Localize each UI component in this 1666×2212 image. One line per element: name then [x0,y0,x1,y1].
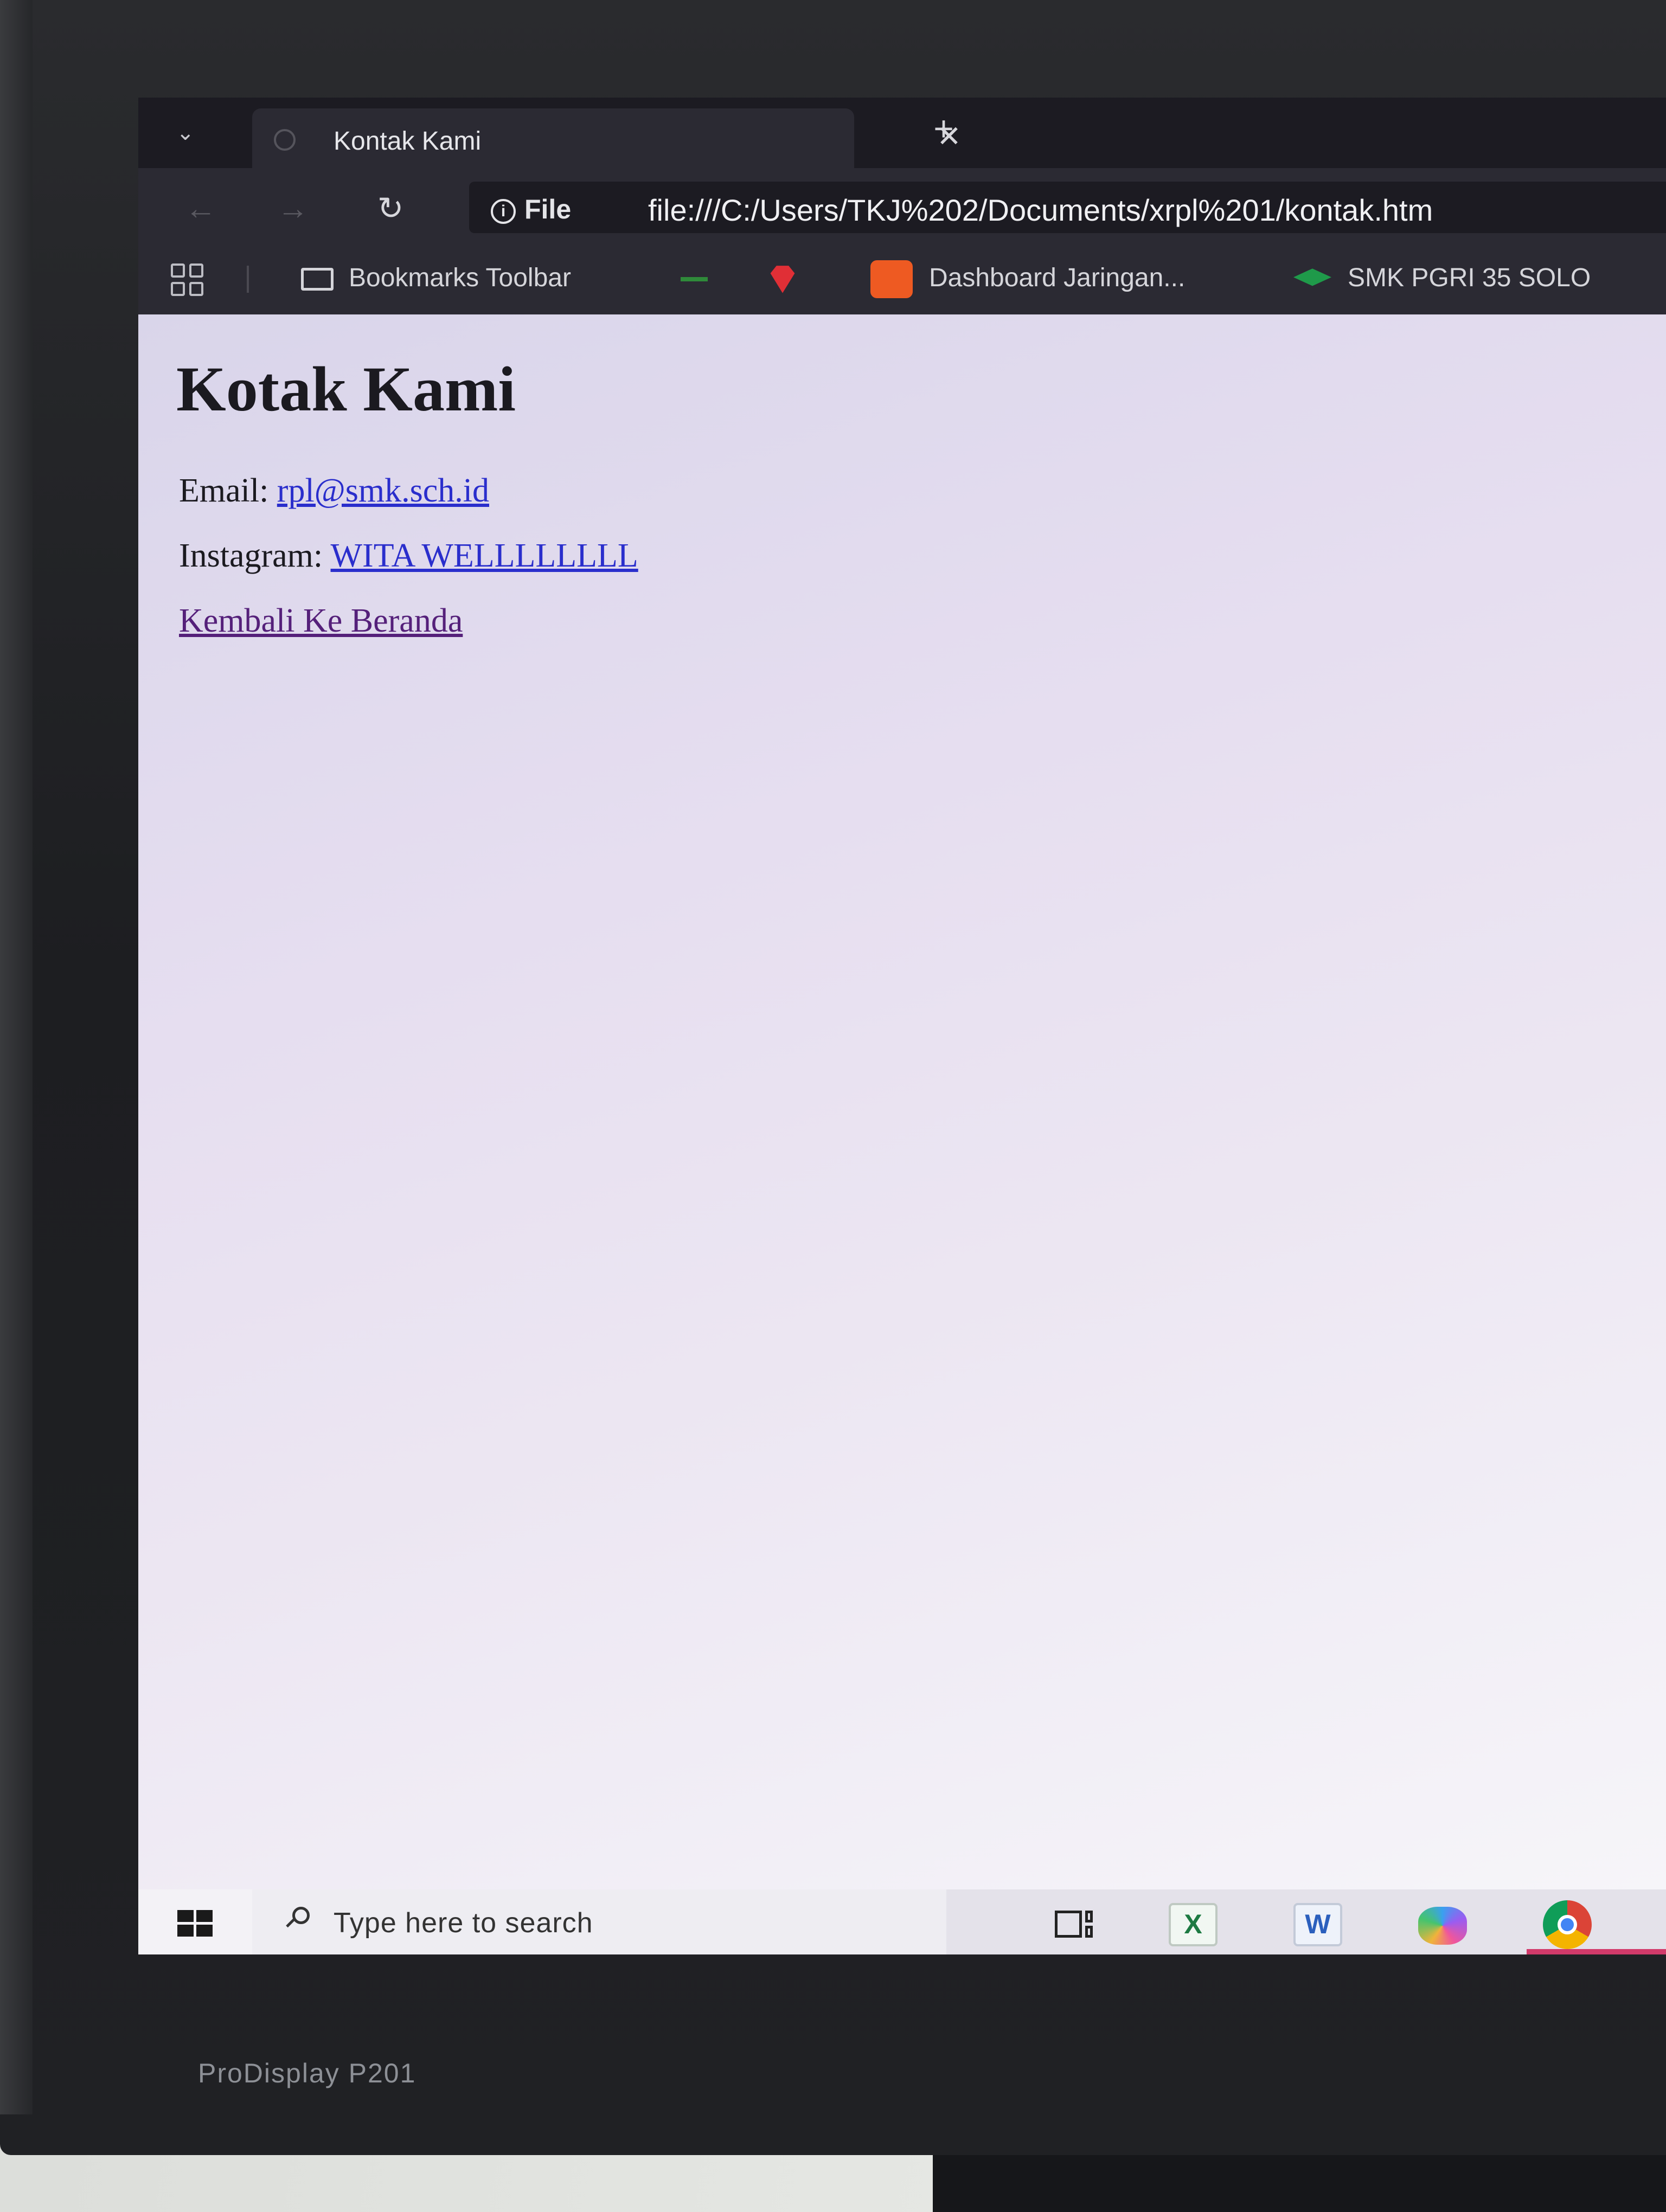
tab-bar: ⌄ Kontak Kami ✕ + [138,98,1666,168]
back-row: Kembali Ke Beranda [179,602,463,640]
bookmark-green[interactable] [681,259,708,297]
bookmark-gem[interactable] [767,259,798,297]
back-button[interactable]: ← [182,190,220,228]
bookmark-folder-toolbar[interactable]: Bookmarks Toolbar [301,259,571,297]
page-title: Kotak Kami [176,353,516,425]
screen: ⌄ Kontak Kami ✕ + ← → ↻ i File file:///C:… [138,98,1666,1954]
new-tab-button[interactable]: + [925,110,963,147]
back-to-home-link[interactable]: Kembali Ke Beranda [179,602,463,639]
reload-button[interactable]: ↻ [371,190,409,228]
gem-icon [770,266,795,293]
instagram-label: Instagram: [179,537,323,574]
windows-icon [177,1910,213,1937]
globe-icon [274,129,296,151]
graduation-cap-icon [1293,268,1331,286]
chrome-icon[interactable] [1543,1900,1592,1949]
forward-button[interactable]: → [274,190,312,228]
task-view-icon[interactable] [1049,1903,1098,1946]
bookmarks-toolbar: Bookmarks Toolbar Dashboard Jaringan... … [138,244,1666,314]
search-placeholder: Type here to search [334,1907,593,1939]
instagram-link[interactable]: WITA WELLLLLLLL [331,537,638,574]
address-bar[interactable]: i File file:///C:/Users/TKJ%202/Documents… [469,182,1666,233]
copilot-icon[interactable] [1418,1907,1467,1945]
site-info-label: File [524,194,572,224]
word-icon[interactable]: W [1293,1903,1342,1946]
bookmark-label: Dashboard Jaringan... [929,263,1186,292]
active-app-indicator [1527,1949,1666,1954]
bookmarks-divider [247,266,249,293]
email-label: Email: [179,472,269,509]
monitor-brand-label: ProDisplay P201 [198,2058,416,2088]
excel-icon[interactable]: X [1169,1903,1218,1946]
bookmark-label: Bookmarks Toolbar [349,263,571,292]
monitor-edge [0,0,33,2114]
folder-icon [301,268,334,291]
bookmark-smk[interactable]: SMK PGRI 35 SOLO [1293,259,1591,297]
navigation-toolbar: ← → ↻ i File file:///C:/Users/TKJ%202/Doc… [138,168,1666,244]
bookmark-label: SMK PGRI 35 SOLO [1348,263,1591,292]
site-info-button[interactable]: i File [491,194,571,225]
bookmark-dashboard[interactable]: Dashboard Jaringan... [870,259,1186,299]
start-button[interactable] [138,1889,252,1954]
dashboard-favicon-icon [870,260,913,299]
email-row: Email: rpl@smk.sch.id [179,472,489,510]
chevron-down-icon[interactable]: ⌄ [176,122,198,144]
taskbar-search[interactable]: Type here to search [252,1889,946,1954]
taskbar: Type here to search X W [138,1889,1666,1954]
monitor-stand [933,2155,1666,2212]
info-icon: i [491,198,516,224]
tab-kontak-kami[interactable]: Kontak Kami ✕ [252,108,962,168]
apps-icon[interactable] [171,259,209,297]
tab-title: Kontak Kami [334,127,482,156]
page-content: Kotak Kami Email: rpl@smk.sch.id Instagr… [138,314,1666,1889]
url-text[interactable]: file:///C:/Users/TKJ%202/Documents/xrpl%… [648,192,1433,228]
search-icon [285,1905,312,1932]
email-link[interactable]: rpl@smk.sch.id [277,472,489,509]
instagram-row: Instagram: WITA WELLLLLLLL [179,537,638,575]
green-dash-icon [681,277,708,282]
